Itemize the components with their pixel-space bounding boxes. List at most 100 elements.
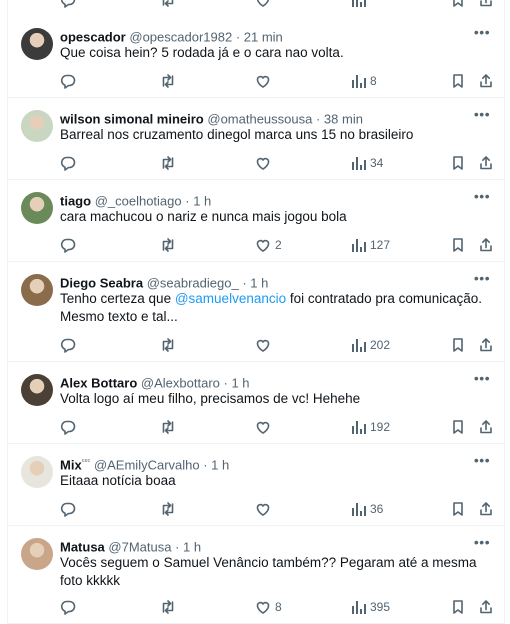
tweet-time[interactable]: 1 h	[250, 275, 268, 290]
author-name[interactable]: Matusa	[60, 539, 105, 554]
author-handle[interactable]: @_coelhotiago	[95, 193, 182, 208]
like-button[interactable]	[255, 154, 275, 172]
like-button[interactable]: 2	[255, 236, 282, 254]
author-handle[interactable]: @Alexbottaro	[141, 375, 220, 390]
author-name[interactable]: opescador	[60, 29, 126, 44]
avatar[interactable]	[21, 538, 53, 570]
reply-button[interactable]	[60, 72, 80, 90]
view-count: 192	[370, 420, 391, 434]
share-icon	[480, 156, 492, 170]
more-options-button[interactable]: •••	[473, 535, 491, 554]
reply-button[interactable]	[60, 418, 80, 436]
tweet[interactable]: wilson simonal mineiro @omatheussousa · …	[7, 98, 505, 180]
like-button[interactable]	[255, 72, 275, 90]
reply-button[interactable]	[60, 0, 76, 9]
tweet-time[interactable]: 1 h	[211, 457, 229, 472]
tweet-time[interactable]: 38 min	[324, 111, 363, 126]
author-name[interactable]: tiago	[60, 193, 91, 208]
retweet-button[interactable]	[160, 336, 180, 354]
avatar[interactable]	[21, 274, 53, 306]
bookmark-button[interactable]	[450, 598, 466, 616]
author-name[interactable]: Mix	[60, 457, 82, 472]
retweet-button[interactable]	[160, 72, 180, 90]
views-button[interactable]	[352, 0, 366, 9]
retweet-button[interactable]	[160, 418, 180, 436]
like-button[interactable]	[255, 500, 275, 518]
tweet-time[interactable]: 1 h	[183, 539, 201, 554]
bookmark-button[interactable]	[450, 72, 466, 90]
tweet[interactable]: tiago @_coelhotiago · 1 h ••• cara machu…	[7, 180, 505, 262]
views-button[interactable]: 34	[352, 154, 383, 172]
reply-button[interactable]	[60, 154, 80, 172]
views-icon	[352, 238, 366, 252]
more-options-button[interactable]: •••	[473, 371, 491, 390]
share-button[interactable]	[478, 154, 494, 172]
reply-button[interactable]	[60, 500, 80, 518]
mention-link[interactable]: @samuelvenancio	[175, 291, 286, 306]
more-options-button[interactable]: •••	[473, 189, 491, 208]
avatar[interactable]	[21, 456, 53, 488]
tweet[interactable]: Alex Bottaro @Alexbottaro · 1 h ••• Volt…	[7, 362, 505, 444]
like-icon	[256, 601, 270, 614]
more-icon: •••	[473, 534, 491, 550]
reply-button[interactable]	[60, 598, 80, 616]
more-options-button[interactable]: •••	[473, 453, 491, 472]
views-button[interactable]: 202	[352, 336, 390, 354]
share-icon	[480, 502, 492, 516]
author-handle[interactable]: @AEmilyCarvalho	[94, 457, 200, 472]
like-button[interactable]: 8	[255, 598, 282, 616]
views-button[interactable]: 127	[352, 236, 390, 254]
views-button[interactable]: 395	[352, 598, 390, 616]
share-button[interactable]	[478, 418, 494, 436]
like-button[interactable]	[255, 336, 275, 354]
share-button[interactable]	[478, 500, 494, 518]
tweet-time[interactable]: 1 h	[231, 375, 249, 390]
tweet-actions: 8	[60, 72, 498, 90]
reply-icon	[60, 156, 76, 171]
avatar[interactable]	[21, 374, 53, 406]
tweet-time[interactable]: 21 min	[244, 29, 283, 44]
tweet[interactable]: Matusa @7Matusa · 1 h ••• Vocês seguem o…	[7, 526, 505, 624]
author-handle[interactable]: @omatheussousa	[207, 111, 312, 126]
author-handle[interactable]: @opescador1982	[129, 29, 232, 44]
author-name[interactable]: wilson simonal mineiro	[60, 111, 204, 126]
views-button[interactable]: 8	[352, 72, 377, 90]
view-count: 202	[370, 338, 391, 352]
share-button[interactable]	[478, 0, 494, 9]
like-button[interactable]	[255, 418, 275, 436]
tweet[interactable]: opescador @opescador1982 · 21 min ••• Qu…	[7, 16, 505, 98]
avatar[interactable]	[21, 192, 53, 224]
share-button[interactable]	[478, 236, 494, 254]
share-button[interactable]	[478, 336, 494, 354]
author-name[interactable]: Diego Seabra	[60, 275, 143, 290]
views-button[interactable]: 36	[352, 500, 383, 518]
retweet-button[interactable]	[160, 236, 180, 254]
author-name[interactable]: Alex Bottaro	[60, 375, 137, 390]
retweet-button[interactable]	[160, 500, 180, 518]
views-button[interactable]: 192	[352, 418, 390, 436]
retweet-button[interactable]	[160, 598, 180, 616]
bookmark-button[interactable]	[450, 336, 466, 354]
bookmark-button[interactable]	[450, 0, 466, 9]
more-options-button[interactable]: •••	[473, 25, 491, 44]
retweet-button[interactable]	[160, 154, 180, 172]
avatar[interactable]	[21, 28, 53, 60]
bookmark-button[interactable]	[450, 500, 466, 518]
retweet-button[interactable]	[160, 0, 176, 9]
author-handle[interactable]: @seabradiego_	[147, 275, 239, 290]
tweet[interactable]: Mixᶜᵉᶜ @AEmilyCarvalho · 1 h ••• Eitaaa …	[7, 444, 505, 526]
reply-button[interactable]	[60, 236, 80, 254]
reply-button[interactable]	[60, 336, 80, 354]
tweet-time[interactable]: 1 h	[193, 193, 211, 208]
avatar[interactable]	[21, 110, 53, 142]
bookmark-button[interactable]	[450, 236, 466, 254]
bookmark-button[interactable]	[450, 418, 466, 436]
bookmark-button[interactable]	[450, 154, 466, 172]
more-options-button[interactable]: •••	[473, 107, 491, 126]
share-button[interactable]	[478, 598, 494, 616]
author-handle[interactable]: @7Matusa	[108, 539, 171, 554]
like-button[interactable]	[255, 0, 271, 9]
share-button[interactable]	[478, 72, 494, 90]
more-options-button[interactable]: •••	[473, 271, 491, 290]
tweet[interactable]: Diego Seabra @seabradiego_ · 1 h ••• Ten…	[7, 262, 505, 362]
